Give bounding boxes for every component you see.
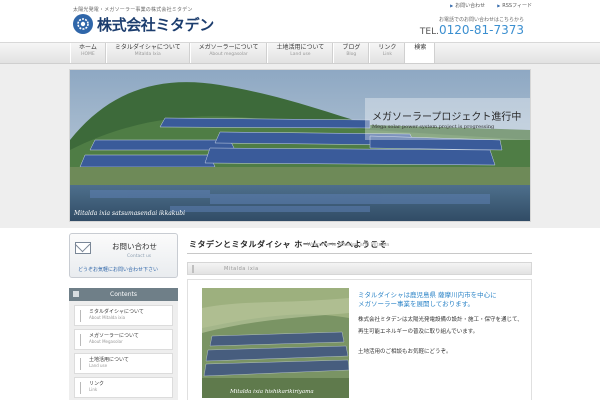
gear-icon bbox=[77, 18, 89, 30]
logo-gear-icon[interactable] bbox=[73, 14, 93, 34]
body-paragraph: 株式会社ミタデンは太陽光発電設備の設計・施工・保守を通じて、再生可能エネルギーの… bbox=[358, 317, 523, 335]
nav-item-blog[interactable]: ブログ Blog bbox=[333, 43, 370, 63]
nav-item-search[interactable]: 検索 bbox=[405, 43, 436, 63]
nav-label: メガソーラーについて bbox=[198, 44, 259, 51]
main-content: ミタデンとミタルダイシャ ホームページへようこそ Welcome to Mita… bbox=[187, 235, 532, 400]
sidebar-item-sublabel: Link bbox=[89, 387, 98, 392]
body-paragraph: 土地活用のご相談もお気軽にどうぞ。 bbox=[358, 349, 452, 356]
nav-label: リンク bbox=[378, 44, 397, 51]
phone-digits: 0120-81-7373 bbox=[438, 23, 524, 37]
nav-item-link[interactable]: リンク Link bbox=[369, 43, 406, 63]
nav-label: ホーム bbox=[79, 44, 97, 51]
nav-item-land-use[interactable]: 土地活用について Land use bbox=[267, 43, 334, 63]
hero-image: メガソーラープロジェクト進行中 Mega solar power system … bbox=[69, 69, 531, 222]
solar-field-photo bbox=[202, 288, 349, 398]
nav-sublabel: Land use bbox=[290, 51, 311, 57]
rss-link[interactable]: RSSフィード bbox=[497, 2, 532, 9]
hero-title: メガソーラープロジェクト進行中 bbox=[372, 112, 522, 123]
top-links: お問い合わせ RSSフィード bbox=[450, 2, 532, 9]
sidebar-item-sublabel: About Megasolar bbox=[89, 339, 123, 344]
content-frame: Mitalda ixia hishikarikiriyama ミタルダイシャは鹿… bbox=[187, 279, 532, 400]
lead-text: ミタルダイシャは鹿児島県 薩摩川内市を中心に メガソーラー事業を展開しております… bbox=[358, 291, 497, 309]
nav-label: 土地活用について bbox=[276, 44, 325, 51]
site-header: 太陽光発電・メガソーラー事業の株式会社ミタデン 株式会社ミタデン お問い合わせ … bbox=[0, 0, 600, 42]
phone-note: お電話でのお問い合わせはこちらから bbox=[438, 17, 524, 23]
global-nav: ホーム HOME ミタルダイシャについて Mitalda Ixia メガソーラー… bbox=[70, 43, 436, 63]
nav-label: ミタルダイシャについて bbox=[114, 44, 181, 51]
mail-icon bbox=[75, 242, 91, 254]
nav-label: ブログ bbox=[342, 44, 361, 51]
sidebar-item-link[interactable]: リンク Link bbox=[74, 377, 173, 398]
hero-subtitle: Mega solar power system project is progr… bbox=[372, 124, 495, 130]
nav-sublabel: Link bbox=[382, 51, 392, 57]
nav-item-mitalda[interactable]: ミタルダイシャについて Mitalda Ixia bbox=[105, 43, 190, 63]
nav-item-home[interactable]: ホーム HOME bbox=[70, 43, 106, 63]
body-text: 株式会社ミタデンは太陽光発電設備の設計・施工・保守を通じて、再生可能エネルギーの… bbox=[358, 315, 528, 368]
contact-description: どうぞお気軽にお問い合わせ下さい bbox=[78, 267, 159, 273]
content-photo: Mitalda ixia hishikarikiriyama bbox=[202, 288, 349, 398]
hero-caption: Mitalda ixia satsumasendai ikkakubi bbox=[74, 210, 186, 217]
section-header: Mitalda ixia bbox=[187, 262, 532, 275]
contact-title: お問い合わせ bbox=[112, 242, 157, 251]
phone-prefix: TEL. bbox=[419, 27, 439, 37]
nav-sublabel: Blog bbox=[346, 51, 357, 57]
page-subtitle: Welcome to Mitaden and Mitalda bbox=[307, 242, 390, 248]
contents-heading: Contents bbox=[69, 288, 178, 301]
lead-line: メガソーラー事業を展開しております。 bbox=[358, 299, 474, 308]
lead-line: ミタルダイシャは鹿児島県 薩摩川内市を中心に bbox=[358, 291, 497, 299]
nav-sublabel: Mitalda Ixia bbox=[134, 51, 161, 57]
phone-number: TEL.0120-81-7373 bbox=[420, 23, 524, 37]
sidebar-item-mitalda[interactable]: ミタルダイシャについて About Mitalda ixia bbox=[74, 305, 173, 326]
sidebar-item-sublabel: About Mitalda ixia bbox=[89, 315, 126, 320]
sidebar-item-sublabel: Land use bbox=[89, 363, 108, 368]
contents-menu: ミタルダイシャについて About Mitalda ixia メガソーラーについ… bbox=[69, 301, 178, 400]
contact-link[interactable]: お問い合わせ bbox=[450, 2, 485, 9]
sidebar-item-megasolar[interactable]: メガソーラーについて About Megasolar bbox=[74, 329, 173, 350]
sidebar-item-land-use[interactable]: 土地活用について Land use bbox=[74, 353, 173, 374]
solar-farm-photo bbox=[70, 70, 530, 221]
sidebar: お問い合わせ Contact us どうぞお気軽にお問い合わせ下さい Conte… bbox=[69, 233, 178, 400]
main-title-row: ミタデンとミタルダイシャ ホームページへようこそ Welcome to Mita… bbox=[187, 235, 532, 254]
contact-subtitle: Contact us bbox=[127, 254, 152, 259]
section-label: Mitalda ixia bbox=[224, 266, 259, 272]
nav-label: 検索 bbox=[414, 44, 427, 51]
nav-item-megasolar[interactable]: メガソーラーについて About megasolar bbox=[189, 43, 268, 63]
contact-banner[interactable]: お問い合わせ Contact us どうぞお気軽にお問い合わせ下さい bbox=[69, 233, 178, 278]
site-logo[interactable]: 株式会社ミタデン bbox=[97, 14, 214, 35]
photo-caption: Mitalda ixia hishikarikiriyama bbox=[230, 389, 314, 395]
site-tagline: 太陽光発電・メガソーラー事業の株式会社ミタデン bbox=[73, 7, 193, 13]
nav-sublabel: About megasolar bbox=[209, 51, 248, 57]
nav-sublabel: HOME bbox=[81, 51, 95, 57]
